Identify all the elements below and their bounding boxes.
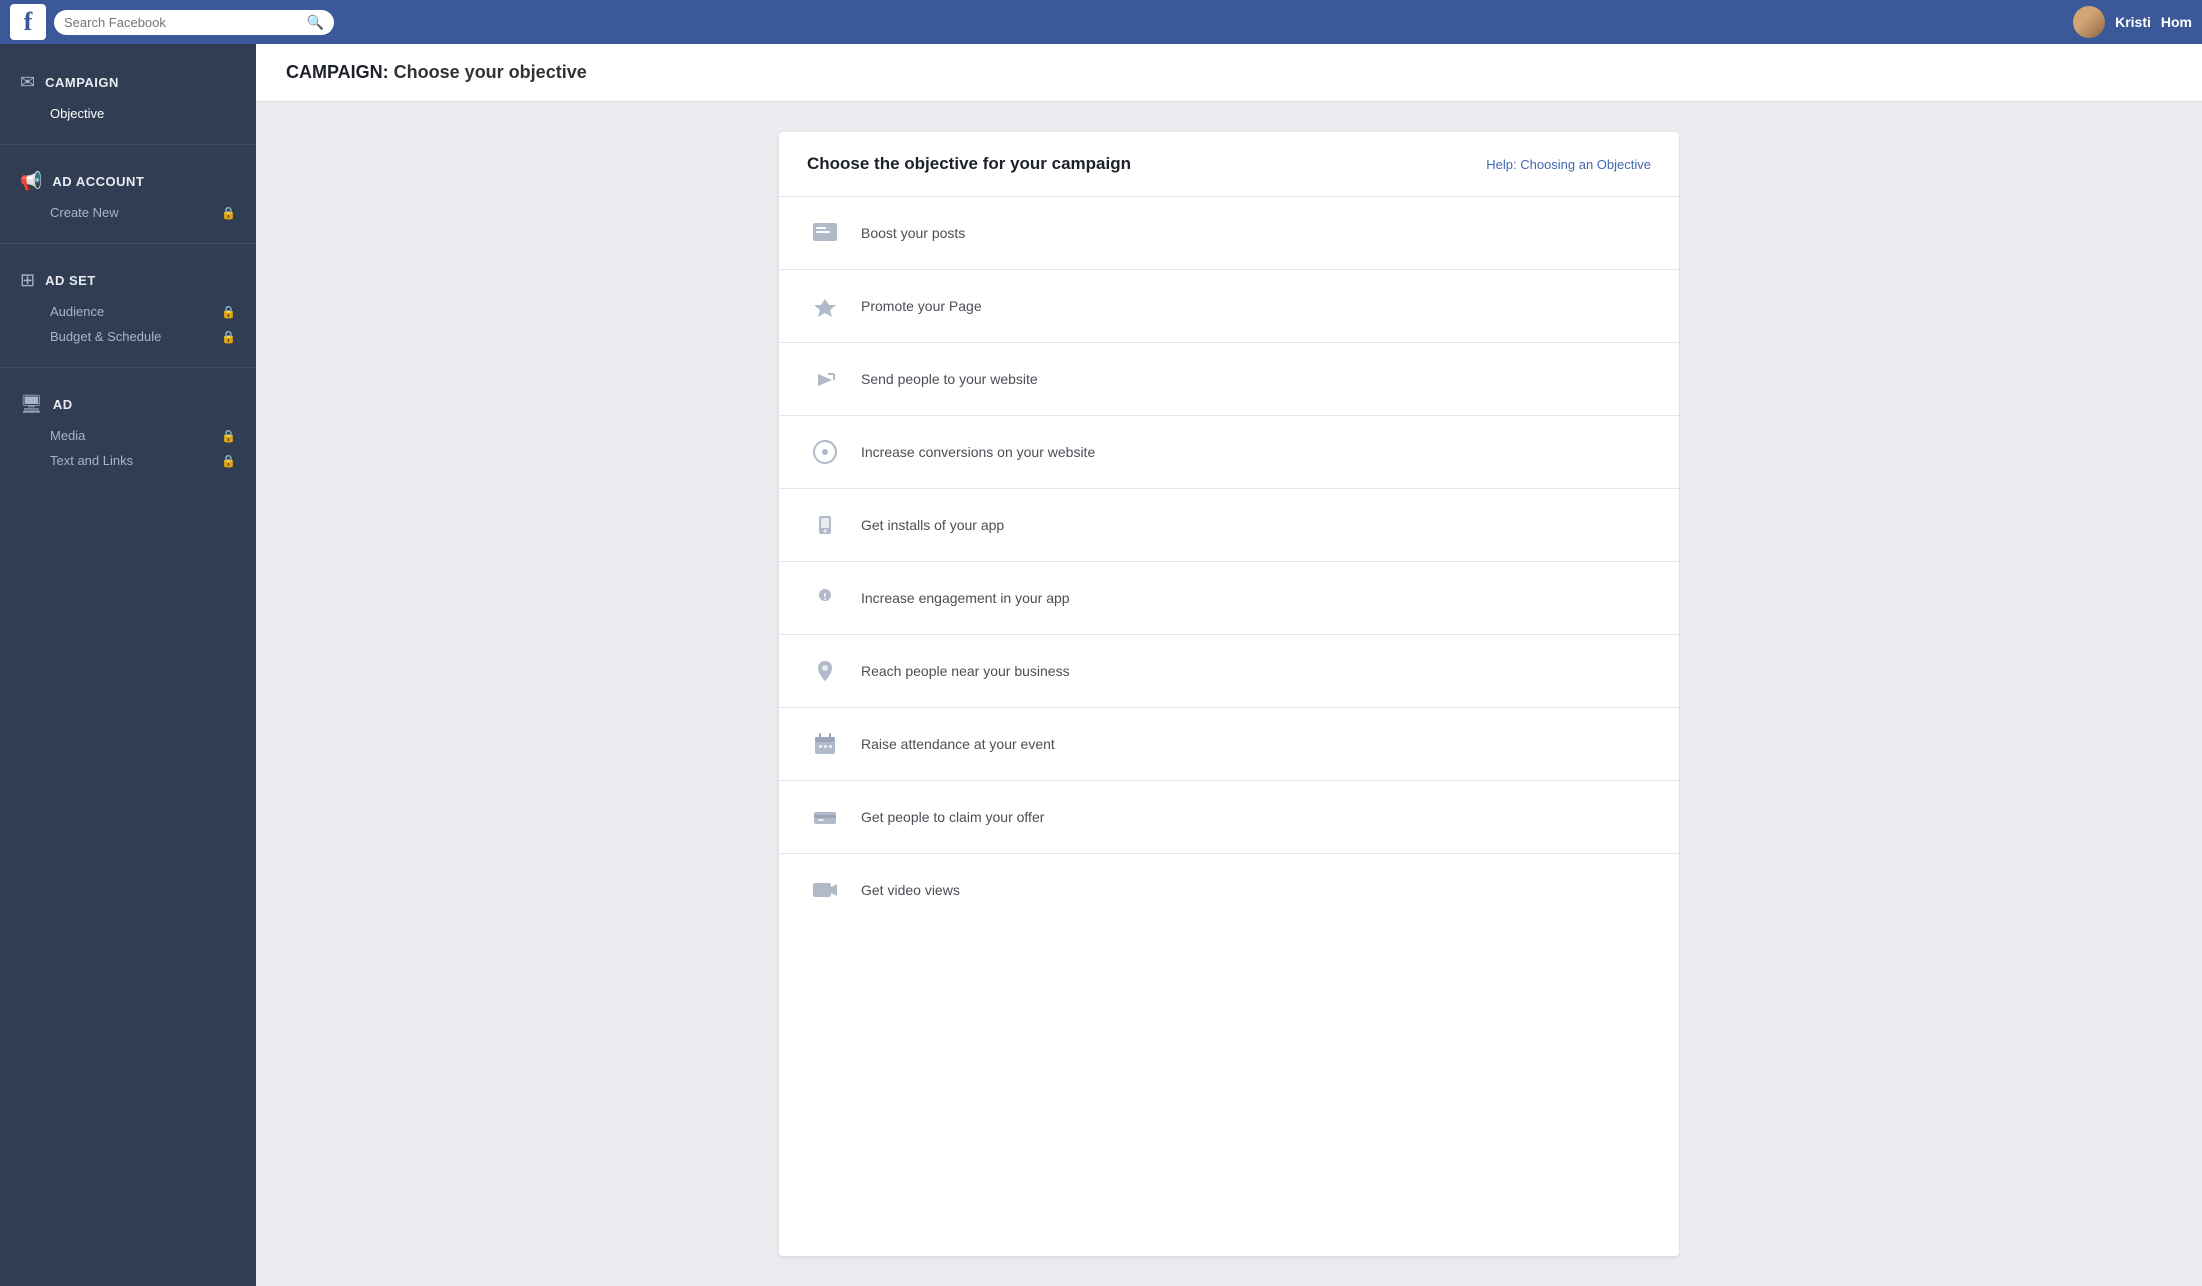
main-content: CAMPAIGN: Choose your objective Choose t… (256, 44, 2202, 1286)
sidebar-divider-3 (0, 367, 256, 368)
send-website-icon (807, 361, 843, 397)
sidebar-item-text-links[interactable]: Text and Links 🔒 (20, 448, 236, 473)
video-views-label: Get video views (861, 882, 960, 898)
objective-item-promote-page[interactable]: Promote your Page (779, 270, 1679, 343)
reach-nearby-label: Reach people near your business (861, 663, 1070, 679)
send-website-label: Send people to your website (861, 371, 1038, 387)
nav-right: Kristi Hom (2073, 6, 2192, 38)
objective-item-boost-posts[interactable]: Boost your posts (779, 197, 1679, 270)
page-title-section: CAMPAIGN: (286, 62, 389, 82)
promote-page-label: Promote your Page (861, 298, 982, 314)
facebook-logo: f (10, 4, 46, 40)
objective-item-send-website[interactable]: Send people to your website (779, 343, 1679, 416)
promote-page-icon (807, 288, 843, 324)
ad-account-title: AD ACCOUNT (52, 174, 144, 189)
boost-posts-label: Boost your posts (861, 225, 965, 241)
sidebar-item-create-new[interactable]: Create New 🔒 (20, 200, 236, 225)
claim-offer-icon (807, 799, 843, 835)
claim-offer-label: Get people to claim your offer (861, 809, 1044, 825)
ad-set-icon: ⊞ (20, 270, 35, 291)
raise-attendance-icon (807, 726, 843, 762)
ad-title: AD (53, 397, 73, 412)
sidebar-item-budget-schedule-label: Budget & Schedule (50, 329, 161, 344)
lock-icon-audience: 🔒 (221, 305, 236, 319)
ad-icon: 🖥 (20, 394, 43, 415)
avatar (2073, 6, 2105, 38)
lock-icon-media: 🔒 (221, 429, 236, 443)
facebook-logo-letter: f (24, 9, 33, 35)
video-views-icon (807, 872, 843, 908)
home-label: Hom (2161, 14, 2192, 30)
objective-card-title: Choose the objective for your campaign (807, 154, 1131, 174)
increase-conversions-icon (807, 434, 843, 470)
page-title-subtitle: Choose your objective (394, 62, 587, 82)
objective-card-header: Choose the objective for your campaign H… (779, 132, 1679, 197)
avatar-image (2073, 6, 2105, 38)
sidebar-section-ad-set: ⊞ AD SET Audience 🔒 Budget & Schedule 🔒 (0, 252, 256, 359)
ad-set-header: ⊞ AD SET (20, 270, 236, 291)
objective-list: Boost your posts Promote your Page (779, 197, 1679, 926)
increase-conversions-label: Increase conversions on your website (861, 444, 1095, 460)
objective-item-increase-conversions[interactable]: Increase conversions on your website (779, 416, 1679, 489)
ad-account-icon: 📢 (20, 171, 42, 192)
ad-set-title: AD SET (45, 273, 96, 288)
page-header: CAMPAIGN: Choose your objective (256, 44, 2202, 102)
increase-engagement-icon (807, 580, 843, 616)
ad-account-header: 📢 AD ACCOUNT (20, 171, 236, 192)
search-input[interactable] (64, 15, 301, 30)
objective-card: Choose the objective for your campaign H… (779, 132, 1679, 1256)
lock-icon-text-links: 🔒 (221, 454, 236, 468)
objective-item-increase-engagement[interactable]: Increase engagement in your app (779, 562, 1679, 635)
lock-icon-create-new: 🔒 (221, 206, 236, 220)
reach-nearby-icon (807, 653, 843, 689)
campaign-title: CAMPAIGN (45, 75, 119, 90)
sidebar: ✉ CAMPAIGN Objective 📢 AD ACCOUNT Create… (0, 44, 256, 1286)
sidebar-divider-2 (0, 243, 256, 244)
objective-item-get-installs[interactable]: Get installs of your app (779, 489, 1679, 562)
sidebar-item-media-label: Media (50, 428, 85, 443)
search-bar[interactable]: 🔍 (54, 10, 334, 35)
sidebar-section-campaign: ✉ CAMPAIGN Objective (0, 54, 256, 136)
sidebar-section-ad: 🖥 AD Media 🔒 Text and Links 🔒 (0, 376, 256, 483)
sidebar-divider-1 (0, 144, 256, 145)
help-link[interactable]: Help: Choosing an Objective (1486, 157, 1651, 172)
page-title: CAMPAIGN: Choose your objective (286, 62, 2172, 83)
get-installs-label: Get installs of your app (861, 517, 1004, 533)
ad-header: 🖥 AD (20, 394, 236, 415)
sidebar-item-media[interactable]: Media 🔒 (20, 423, 236, 448)
increase-engagement-label: Increase engagement in your app (861, 590, 1070, 606)
campaign-icon: ✉ (20, 72, 35, 93)
raise-attendance-label: Raise attendance at your event (861, 736, 1055, 752)
sidebar-item-text-links-label: Text and Links (50, 453, 133, 468)
sidebar-item-objective[interactable]: Objective (20, 101, 236, 126)
sidebar-section-ad-account: 📢 AD ACCOUNT Create New 🔒 (0, 153, 256, 235)
objective-item-video-views[interactable]: Get video views (779, 854, 1679, 926)
app-body: ✉ CAMPAIGN Objective 📢 AD ACCOUNT Create… (0, 44, 2202, 1286)
objective-item-reach-nearby[interactable]: Reach people near your business (779, 635, 1679, 708)
objective-item-claim-offer[interactable]: Get people to claim your offer (779, 781, 1679, 854)
boost-posts-icon (807, 215, 843, 251)
sidebar-item-budget-schedule[interactable]: Budget & Schedule 🔒 (20, 324, 236, 349)
sidebar-item-audience[interactable]: Audience 🔒 (20, 299, 236, 324)
get-installs-icon (807, 507, 843, 543)
content-area: Choose the objective for your campaign H… (256, 102, 2202, 1286)
sidebar-item-objective-label: Objective (50, 106, 104, 121)
user-name: Kristi (2115, 14, 2151, 30)
search-icon: 🔍 (307, 14, 324, 31)
sidebar-item-audience-label: Audience (50, 304, 104, 319)
sidebar-item-create-new-label: Create New (50, 205, 119, 220)
top-navigation: f 🔍 Kristi Hom (0, 0, 2202, 44)
lock-icon-budget: 🔒 (221, 330, 236, 344)
objective-item-raise-attendance[interactable]: Raise attendance at your event (779, 708, 1679, 781)
campaign-header: ✉ CAMPAIGN (20, 72, 236, 93)
